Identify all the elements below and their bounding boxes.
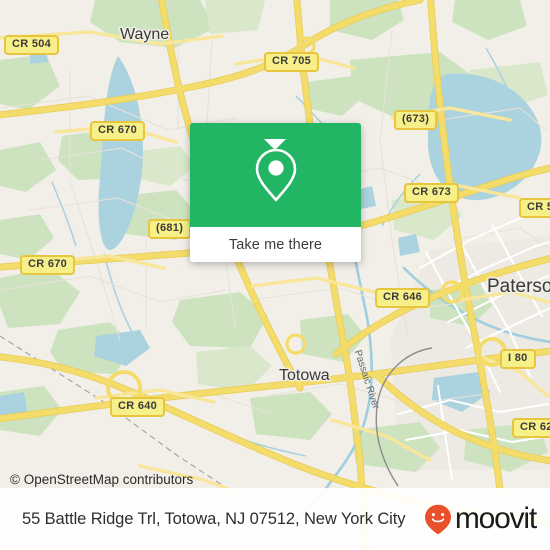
road-shield[interactable]: CR 504 bbox=[4, 35, 60, 55]
place-label-paterson: Paterson bbox=[487, 276, 550, 297]
map-canvas[interactable]: .park { fill:#CDE3C0; } .park2 { fill:#D… bbox=[0, 0, 550, 550]
road-shield[interactable]: CR 640 bbox=[110, 397, 166, 417]
road-shield[interactable]: CR 673 bbox=[404, 183, 460, 203]
road-shield[interactable]: (681) bbox=[148, 219, 192, 239]
road-shield[interactable]: CR 621 bbox=[512, 418, 550, 438]
road-shield[interactable]: I 80 bbox=[500, 349, 536, 369]
take-me-there-button[interactable]: Take me there bbox=[229, 237, 322, 253]
road-shield[interactable]: CR 705 bbox=[264, 52, 320, 72]
road-shield[interactable]: (673) bbox=[394, 110, 438, 130]
popup-cta-row[interactable]: Take me there bbox=[190, 227, 361, 262]
address-label: 55 Battle Ridge Trl, Totowa, NJ 07512, N… bbox=[22, 509, 406, 528]
road-shield[interactable]: CR 670 bbox=[20, 255, 76, 275]
moovit-smiley-pin-icon bbox=[424, 504, 451, 534]
map-screenshot: .park { fill:#CDE3C0; } .park2 { fill:#D… bbox=[0, 0, 550, 550]
place-label-wayne: Wayne bbox=[120, 26, 170, 43]
map-vector-layer: .park { fill:#CDE3C0; } .park2 { fill:#D… bbox=[0, 0, 550, 550]
moovit-wordmark: moovit bbox=[454, 502, 537, 535]
moovit-brand[interactable]: moovit bbox=[424, 502, 537, 535]
footer-bar: 55 Battle Ridge Trl, Totowa, NJ 07512, N… bbox=[0, 488, 550, 550]
osm-attribution[interactable]: © OpenStreetMap contributors bbox=[10, 472, 193, 487]
location-pin-icon bbox=[255, 148, 296, 202]
road-shield[interactable]: CR 646 bbox=[375, 288, 431, 308]
popup-pointer-tail bbox=[264, 139, 286, 150]
road-shield[interactable]: CR 670 bbox=[90, 121, 146, 141]
place-label-totowa: Totowa bbox=[279, 367, 330, 384]
road-shield[interactable]: CR 50 bbox=[519, 198, 550, 218]
